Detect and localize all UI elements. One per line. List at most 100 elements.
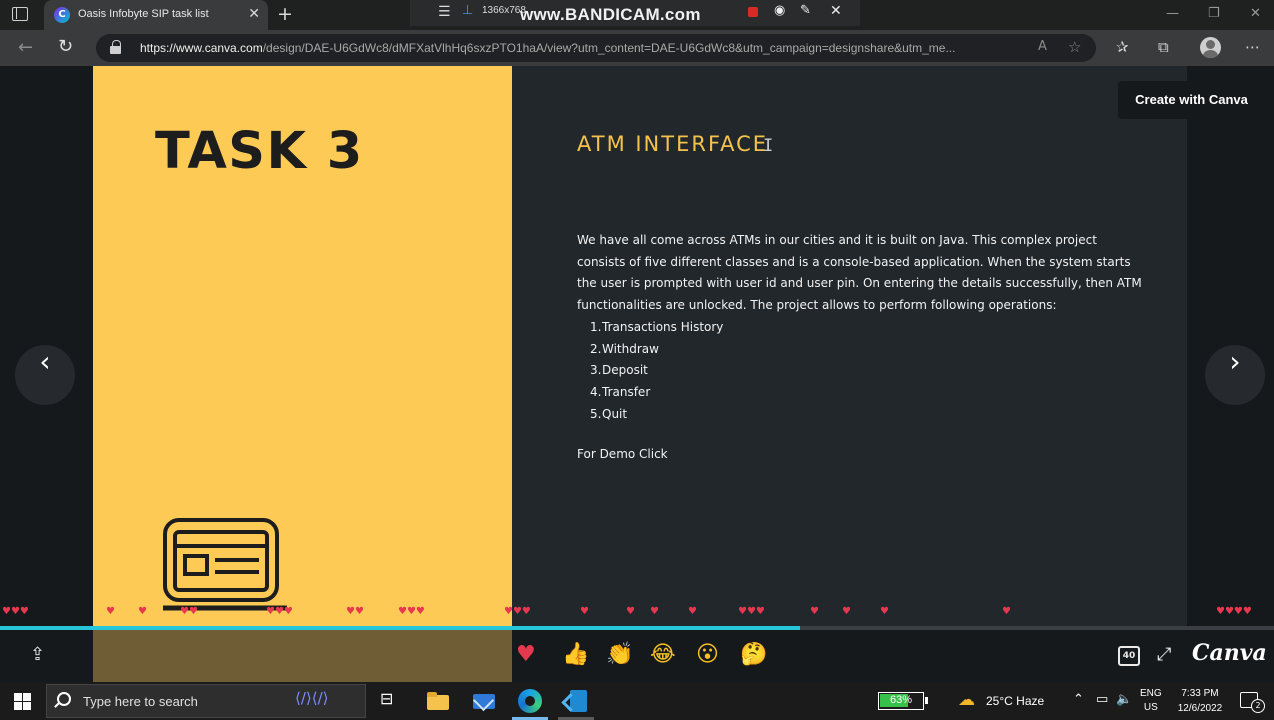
notification-count: 2 xyxy=(1251,699,1265,713)
text-cursor-icon: I xyxy=(763,136,774,156)
list-item-number: 2. xyxy=(590,341,602,356)
input-language[interactable]: ENG US xyxy=(1140,687,1162,715)
vscode-icon[interactable] xyxy=(564,689,588,713)
bandicam-pin-icon[interactable]: ⊥ xyxy=(462,3,473,18)
prev-slide-button[interactable]: ‹ xyxy=(15,345,75,405)
heart-icon: ♥ xyxy=(810,606,819,617)
notification-center-icon[interactable]: 2 xyxy=(1240,692,1265,713)
bandicam-screenshot-icon[interactable]: ◉ xyxy=(774,3,785,18)
refresh-icon[interactable]: ↻ xyxy=(58,36,73,57)
floating-reactions: ♥♥♥ ♥ ♥ ♥♥ ♥♥♥ ♥♥ ♥♥♥ ♥♥♥ ♥ ♥ ♥ ♥ ♥♥♥ ♥ … xyxy=(0,606,1274,620)
canva-logo[interactable]: Canva xyxy=(1192,640,1267,666)
list-item: 1. Transactions History xyxy=(590,317,723,339)
create-with-canva-button[interactable]: Create with Canva xyxy=(1118,81,1265,119)
heart-icon: ♥ xyxy=(106,606,115,617)
window-close-icon[interactable]: ✕ xyxy=(1250,6,1261,21)
battery-label: 63% xyxy=(889,694,913,706)
list-item: 4. Transfer xyxy=(590,382,723,404)
bandicam-close-icon[interactable]: ✕ xyxy=(830,3,842,19)
heart-icon: ♥♥♥ xyxy=(504,606,531,617)
bandicam-watermark: www.BANDICAM.com xyxy=(520,5,701,24)
heart-icon: ♥ xyxy=(580,606,589,617)
slide-heading: ATM INTERFACE xyxy=(577,132,769,156)
lang-region: US xyxy=(1143,702,1158,713)
window-restore-icon[interactable]: ❐ xyxy=(1208,6,1220,21)
task-title: TASK 3 xyxy=(155,122,364,181)
heart-icon: ♥♥♥ xyxy=(738,606,765,617)
thumbs-up-reaction-icon[interactable]: 👍 xyxy=(562,642,589,667)
edge-browser-icon[interactable] xyxy=(518,689,542,713)
bandicam-menu-icon[interactable]: ☰ xyxy=(438,4,451,20)
tray-chevron-up-icon[interactable]: ⌃ xyxy=(1073,692,1084,707)
heart-icon: ♥♥ xyxy=(180,606,198,617)
browser-toolbar: ← ↻ https://www.canva.com/design/DAE-U6G… xyxy=(0,30,1274,66)
file-explorer-icon[interactable] xyxy=(426,689,450,713)
list-item-number: 4. xyxy=(590,385,602,400)
list-item-number: 5. xyxy=(590,406,602,421)
heart-icon: ♥ xyxy=(842,606,851,617)
bandicam-draw-icon[interactable]: ✎ xyxy=(800,3,811,18)
window-minimize-icon[interactable]: — xyxy=(1166,6,1179,21)
mail-icon[interactable] xyxy=(472,689,496,713)
thinking-reaction-icon[interactable]: 🤔 xyxy=(740,642,767,667)
list-item: 5. Quit xyxy=(590,404,723,426)
battery-tray-icon[interactable]: ▭ xyxy=(1096,692,1108,707)
page-grid-button[interactable]: 40 xyxy=(1118,646,1140,666)
clap-reaction-icon[interactable]: 👏 xyxy=(606,642,633,667)
back-arrow-icon[interactable]: ← xyxy=(18,37,33,58)
browser-tab[interactable]: C Oasis Infobyte SIP task list ✕ xyxy=(44,0,268,30)
collections-icon[interactable]: ⧉ xyxy=(1158,38,1169,56)
fullscreen-icon[interactable]: ⤢ xyxy=(1157,644,1171,665)
taskbar-search-box[interactable]: Type here to search ⟨/⟩⟨/⟩ xyxy=(46,684,366,718)
system-clock[interactable]: 7:33 PM 12/6/2022 xyxy=(1172,686,1228,716)
battery-indicator[interactable]: 63% xyxy=(878,692,928,710)
haze-weather-icon[interactable]: ☁ xyxy=(958,690,975,710)
next-slide-button[interactable]: › xyxy=(1205,345,1265,405)
more-menu-icon[interactable]: ⋯ xyxy=(1245,38,1260,56)
speaker-muted-icon[interactable]: 🔈 xyxy=(1116,692,1132,707)
windows-start-icon[interactable] xyxy=(14,693,31,710)
heart-icon: ♥♥♥ xyxy=(398,606,425,617)
operations-list: 1. Transactions History 2. Withdraw 3. Depo… xyxy=(590,317,723,426)
presentation-stage: TASK 3 ATM INTERFACE I We have all come … xyxy=(0,66,1274,628)
lang-code: ENG xyxy=(1140,688,1162,699)
bandicam-overlay: ☰ ⊥ 1366x768 www.BANDICAM.com ◉ ✎ ✕ xyxy=(410,0,860,26)
heart-icon: ♥ xyxy=(880,606,889,617)
clock-date: 12/6/2022 xyxy=(1177,703,1223,714)
profile-avatar-icon[interactable] xyxy=(1200,37,1221,58)
heart-reaction-icon[interactable]: ♥ xyxy=(516,642,536,667)
bandicam-record-icon[interactable] xyxy=(748,7,758,17)
heart-icon: ♥ xyxy=(138,606,147,617)
new-tab-icon[interactable]: + xyxy=(277,3,293,25)
add-favorite-icon[interactable]: ☆ xyxy=(1068,38,1081,56)
windows-taskbar: Type here to search ⟨/⟩⟨/⟩ ⊟ 63% ☁ 25°C … xyxy=(0,682,1274,720)
search-placeholder: Type here to search xyxy=(83,694,198,709)
heart-icon: ♥ xyxy=(626,606,635,617)
read-aloud-icon[interactable]: A xyxy=(1038,39,1047,54)
demo-link[interactable]: For Demo Click xyxy=(577,447,668,461)
heart-icon: ♥ xyxy=(688,606,697,617)
canva-favicon-icon: C xyxy=(54,7,70,23)
search-icon xyxy=(57,692,71,706)
share-icon[interactable]: ⇪ xyxy=(30,644,45,665)
heart-icon: ♥♥♥ xyxy=(2,606,29,617)
task-view-icon[interactable]: ⊟ xyxy=(380,689,404,713)
address-bar[interactable]: https://www.canva.com/design/DAE-U6GdWc8… xyxy=(96,34,1096,62)
url-text[interactable]: https://www.canva.com/design/DAE-U6GdWc8… xyxy=(140,41,1020,55)
list-item-label: Deposit xyxy=(602,363,648,378)
wow-reaction-icon[interactable]: 😮 xyxy=(696,642,719,667)
search-highlight-icon: ⟨/⟩⟨/⟩ xyxy=(295,689,329,707)
tab-close-icon[interactable]: ✕ xyxy=(248,6,260,22)
list-item-label: Withdraw xyxy=(602,341,659,356)
url-path: /design/DAE-U6GdWc8/dMFXatVlhHq6sxzPTO1h… xyxy=(262,41,956,55)
favorites-icon[interactable]: ✰ xyxy=(1116,38,1129,56)
tab-actions-icon[interactable] xyxy=(12,7,28,21)
heart-icon: ♥ xyxy=(650,606,659,617)
heart-icon: ♥♥♥♥ xyxy=(1216,606,1252,617)
weather-text[interactable]: 25°C Haze xyxy=(986,694,1044,708)
viewer-controls: ⇪ ♥ 👍 👏 😂 😮 🤔 40 ⤢ Canva xyxy=(0,630,1274,682)
laugh-reaction-icon[interactable]: 😂 xyxy=(650,642,676,667)
laptop-atm-icon xyxy=(163,518,287,611)
list-item-number: 3. xyxy=(590,363,602,378)
list-item-label: Quit xyxy=(602,406,628,421)
